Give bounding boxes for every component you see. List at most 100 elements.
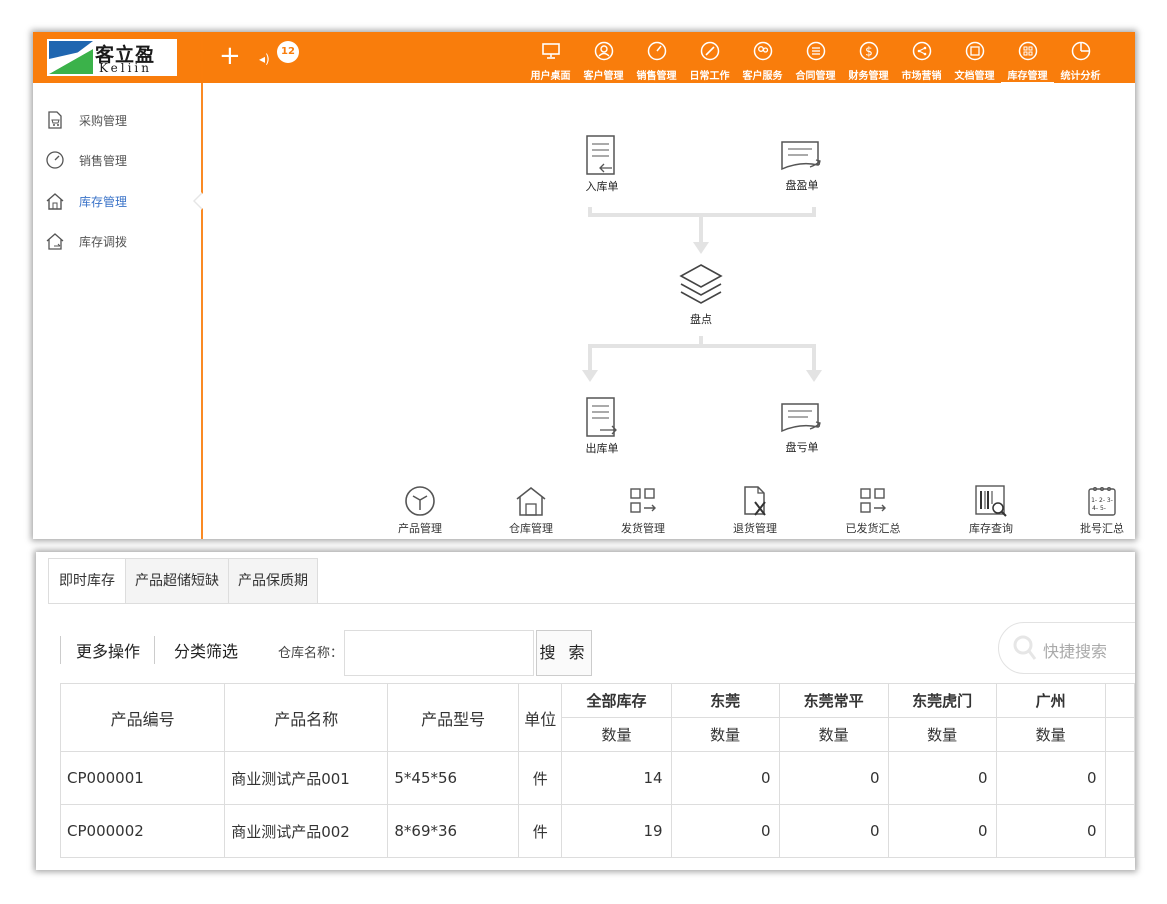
cell-qty-total: 19 xyxy=(561,804,672,858)
column-subheader-overflow xyxy=(1104,717,1135,752)
inventory-overview-panel: 客立盈 Keliin + ◂) 12 用户桌面 客户管理 销售管理 日常工作 客… xyxy=(33,32,1135,539)
flow-label: 盘亏单 xyxy=(785,441,819,454)
top-navbar: 客立盈 Keliin + ◂) 12 用户桌面 客户管理 销售管理 日常工作 客… xyxy=(33,32,1135,83)
column-group-header: 广州 xyxy=(995,683,1106,718)
nav-item-contracts[interactable]: 合同管理 xyxy=(789,38,842,82)
flow-loss-order[interactable]: 盘亏单 xyxy=(772,401,832,455)
shortcut-shipped-summary[interactable]: 已发货汇总 xyxy=(828,484,918,536)
home-icon xyxy=(46,193,64,210)
cell-qty-changping: 0 xyxy=(778,804,889,858)
column-subheader[interactable]: 数量 xyxy=(561,717,672,752)
notification-badge[interactable]: 12 xyxy=(277,41,299,63)
loss-doc-icon xyxy=(781,403,821,433)
column-header[interactable]: 产品型号 xyxy=(387,683,519,752)
search-button[interactable]: 搜 索 xyxy=(536,630,592,676)
speaker-icon[interactable]: ◂) xyxy=(259,52,270,66)
gauge-icon xyxy=(647,41,666,61)
cell-overflow xyxy=(1104,804,1135,858)
tab-realtime-stock[interactable]: 即时库存 xyxy=(48,558,126,604)
nav-label: 客户管理 xyxy=(583,71,624,82)
nav-item-statistics[interactable]: 统计分析 xyxy=(1054,38,1107,82)
tab-overstock-shortage[interactable]: 产品超储短缺 xyxy=(125,558,229,604)
sidebar-item-label: 采购管理 xyxy=(79,114,128,128)
nav-label: 财务管理 xyxy=(848,71,889,82)
dollar-icon: $ xyxy=(859,41,878,61)
add-icon[interactable]: + xyxy=(219,43,241,69)
nav-label: 日常工作 xyxy=(689,71,730,82)
box-icon xyxy=(405,486,435,516)
shortcut-label: 仓库管理 xyxy=(509,522,553,535)
nav-item-finance[interactable]: $ 财务管理 xyxy=(842,38,895,82)
nav-item-customer-service[interactable]: 客户服务 xyxy=(736,38,789,82)
svg-text:4- 5-: 4- 5- xyxy=(1092,505,1106,512)
sidebar-item-label: 库存管理 xyxy=(79,195,128,209)
nav-item-desktop[interactable]: 用户桌面 xyxy=(524,38,577,82)
nav-label: 用户桌面 xyxy=(530,71,571,82)
column-group-header: 东莞 xyxy=(670,683,780,718)
flow-label: 入库单 xyxy=(585,180,619,193)
pencil-icon xyxy=(700,41,719,61)
nav-item-daily-work[interactable]: 日常工作 xyxy=(683,38,736,82)
nav-item-marketing[interactable]: 市场营销 xyxy=(895,38,948,82)
shortcut-label: 已发货汇总 xyxy=(845,522,901,535)
people-icon xyxy=(753,41,772,61)
nav-label: 销售管理 xyxy=(636,71,677,82)
flow-stock-check[interactable]: 盘点 xyxy=(671,263,731,327)
shortcut-inventory-query[interactable]: 库存查询 xyxy=(946,484,1036,536)
column-subheader[interactable]: 数量 xyxy=(887,717,997,752)
cell-qty-humen: 0 xyxy=(887,751,997,805)
flow-label: 盘点 xyxy=(690,313,712,326)
sidebar-item-purchasing[interactable]: 采购管理 xyxy=(45,108,195,132)
sidebar-item-sales[interactable]: 销售管理 xyxy=(45,148,195,172)
shortcut-return-management[interactable]: 退货管理 xyxy=(710,484,800,536)
column-subheader[interactable]: 数量 xyxy=(670,717,780,752)
nav-label: 市场营销 xyxy=(901,71,942,82)
nav-item-inventory[interactable]: 库存管理 xyxy=(1001,38,1054,83)
flow-inbound-order[interactable]: 入库单 xyxy=(572,134,632,194)
column-group-header-overflow xyxy=(1104,683,1135,718)
table-row[interactable]: CP000002 商业测试产品002 8*69*36 件 19 0 0 0 0 xyxy=(59,804,1135,858)
quick-search-input[interactable]: 快捷搜索 xyxy=(998,622,1135,674)
column-header[interactable]: 产品名称 xyxy=(224,683,389,752)
warehouse-input[interactable] xyxy=(344,630,534,676)
sidebar-item-label: 销售管理 xyxy=(79,154,128,168)
more-actions-button[interactable]: 更多操作 xyxy=(76,638,140,662)
return-icon xyxy=(744,486,766,516)
inbound-doc-icon xyxy=(586,135,615,175)
cell-code: CP000002 xyxy=(59,804,226,858)
toolbar-divider xyxy=(60,636,61,664)
column-subheader[interactable]: 数量 xyxy=(995,717,1106,752)
grid-icon xyxy=(1018,41,1037,61)
nav-item-documents[interactable]: 文档管理 xyxy=(948,38,1001,82)
column-header[interactable]: 产品编号 xyxy=(59,683,226,752)
column-group-header: 东莞虎门 xyxy=(887,683,997,718)
quick-search-placeholder: 快捷搜索 xyxy=(1043,642,1108,661)
sidebar-item-inventory[interactable]: 库存管理 xyxy=(45,189,195,213)
logo[interactable]: 客立盈 Keliin xyxy=(47,39,177,76)
cell-qty-dongguan: 0 xyxy=(670,751,780,805)
flow-surplus-order[interactable]: 盘盈单 xyxy=(772,139,832,193)
connector xyxy=(588,344,816,348)
barcode-search-icon xyxy=(975,485,1007,517)
tab-shelf-life[interactable]: 产品保质期 xyxy=(228,558,318,604)
cell-qty-guangzhou: 0 xyxy=(995,804,1106,858)
column-group-header: 东莞常平 xyxy=(778,683,889,718)
column-header[interactable]: 单位 xyxy=(517,683,563,752)
nav-label: 库存管理 xyxy=(1001,67,1054,83)
column-subheader[interactable]: 数量 xyxy=(778,717,889,752)
nav-label: 统计分析 xyxy=(1060,71,1101,82)
nav-item-sales[interactable]: 销售管理 xyxy=(630,38,683,82)
shortcut-batch-summary[interactable]: 1- 2- 3- 4- 5- 批号汇总 xyxy=(1057,484,1135,536)
shortcut-warehouse-management[interactable]: 仓库管理 xyxy=(486,484,576,536)
flow-outbound-order[interactable]: 出库单 xyxy=(572,396,632,456)
nav-item-customers[interactable]: 客户管理 xyxy=(577,38,630,82)
shortcut-label: 产品管理 xyxy=(398,522,442,535)
nav-label: 客户服务 xyxy=(742,71,783,82)
sidebar-item-transfer[interactable]: 库存调拨 xyxy=(45,229,195,253)
shortcut-shipping-management[interactable]: 发货管理 xyxy=(598,484,688,536)
svg-text:1- 2- 3-: 1- 2- 3- xyxy=(1091,497,1113,504)
user-circle-icon xyxy=(594,41,613,61)
shortcut-product-management[interactable]: 产品管理 xyxy=(375,484,465,536)
table-row[interactable]: CP000001 商业测试产品001 5*45*56 件 14 0 0 0 0 xyxy=(59,751,1135,805)
category-filter-button[interactable]: 分类筛选 xyxy=(174,638,238,662)
